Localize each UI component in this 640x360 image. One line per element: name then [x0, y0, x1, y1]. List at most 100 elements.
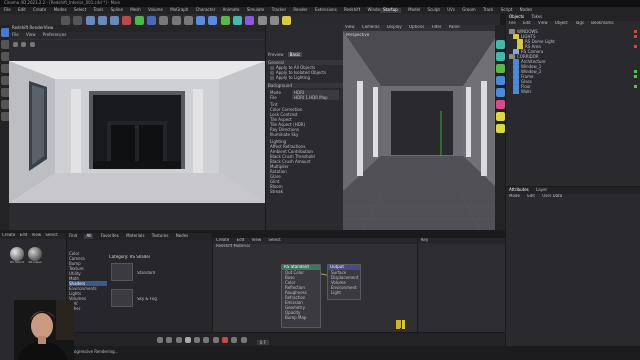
- rv-menu-view[interactable]: View: [26, 32, 36, 38]
- move-icon[interactable]: [85, 16, 95, 25]
- am-menu-mode[interactable]: Mode: [509, 194, 520, 199]
- mograph-icon[interactable]: [496, 100, 505, 109]
- record-icon[interactable]: [221, 337, 228, 343]
- render-stop-icon[interactable]: [21, 42, 27, 47]
- next-key-icon[interactable]: [203, 337, 210, 343]
- rv-menu-file[interactable]: File: [12, 32, 19, 38]
- symmetry-icon[interactable]: [496, 88, 505, 97]
- om-tab-takes[interactable]: Takes: [531, 14, 542, 20]
- render-snapshot-icon[interactable]: [29, 42, 35, 47]
- checkbox-icon[interactable]: [270, 70, 274, 75]
- ab-tab-5[interactable]: Nodes: [176, 233, 189, 239]
- z-axis-icon[interactable]: [146, 16, 156, 25]
- node-output[interactable]: Output Surface Displacement Volume Envir…: [327, 264, 361, 300]
- attr-section-background[interactable]: Background: [266, 83, 343, 88]
- material-swatch-2[interactable]: RS Glass: [28, 247, 42, 269]
- render-settings-icon[interactable]: [183, 16, 193, 25]
- om-menu-file[interactable]: File: [509, 21, 516, 26]
- menu-mesh[interactable]: Mesh: [130, 7, 141, 13]
- play-icon[interactable]: [184, 337, 191, 343]
- floor-icon[interactable]: [257, 16, 267, 25]
- pen-icon[interactable]: [208, 16, 218, 25]
- prev-frame-icon[interactable]: [175, 337, 182, 343]
- menu-modes[interactable]: Modes: [54, 7, 67, 13]
- render-view-icon[interactable]: [159, 16, 169, 25]
- undo-icon[interactable]: [61, 16, 70, 25]
- menu-animate[interactable]: Animate: [223, 7, 240, 13]
- am-menu-user-data[interactable]: User Data: [542, 194, 562, 199]
- ne-menu-1[interactable]: Edit: [237, 238, 245, 243]
- menu-mograph[interactable]: MoGraph: [170, 7, 188, 13]
- layout-tab-4[interactable]: UVs: [447, 7, 455, 13]
- am-tab-layer[interactable]: Layer: [536, 187, 547, 193]
- menu-tracker[interactable]: Tracker: [272, 7, 286, 13]
- am-tab-attributes[interactable]: Attributes: [509, 187, 529, 193]
- vp-menu-display[interactable]: Display: [387, 25, 402, 30]
- om-menu-bookmarks[interactable]: Bookmarks: [591, 21, 613, 26]
- mm-menu-select[interactable]: Select: [45, 233, 57, 238]
- attr-row-g[interactable]: Illuminate Sky: [266, 132, 343, 137]
- environment-icon[interactable]: [496, 112, 505, 121]
- ab-node-tile-1[interactable]: [111, 263, 133, 281]
- ab-tab-2[interactable]: Favorites: [101, 233, 119, 239]
- attr-check-3[interactable]: Apply to Lighting: [266, 75, 343, 80]
- menu-edit[interactable]: Edit: [18, 7, 26, 13]
- ab-tab-1[interactable]: All: [84, 233, 94, 239]
- ab-tab-4[interactable]: Textures: [152, 233, 169, 239]
- file-field[interactable]: HDRI 1.HDR Map: [292, 95, 339, 100]
- next-frame-icon[interactable]: [194, 337, 201, 343]
- om-item-12[interactable]: Walls: [509, 89, 637, 94]
- menu-render[interactable]: Render: [293, 7, 307, 13]
- cube-icon[interactable]: [196, 16, 206, 25]
- vp-menu-cameras[interactable]: Cameras: [362, 25, 380, 30]
- layout-tab-5[interactable]: Groom: [462, 7, 475, 13]
- om-menu-edit[interactable]: Edit: [523, 21, 531, 26]
- mm-menu-create[interactable]: Create: [2, 233, 15, 238]
- cloner-icon[interactable]: [232, 16, 242, 25]
- layout-tab-6[interactable]: Track: [483, 7, 493, 13]
- vp-menu-filter[interactable]: Filter: [432, 25, 442, 30]
- ne-menu-2[interactable]: View: [252, 238, 262, 243]
- ab-tab-0[interactable]: Find: [69, 233, 77, 239]
- layout-tab-startup[interactable]: Startup: [380, 7, 401, 13]
- layout-tab-7[interactable]: Script: [501, 7, 513, 13]
- keyframe-marker-1[interactable]: [396, 320, 400, 329]
- om-menu-object[interactable]: Object: [555, 21, 568, 26]
- scale-icon[interactable]: [110, 16, 120, 25]
- y-axis-icon[interactable]: [134, 16, 144, 25]
- layout-tab-2[interactable]: Model: [408, 7, 420, 13]
- ab-tab-3[interactable]: Materials: [126, 233, 144, 239]
- layout-tab-8[interactable]: Nodes: [520, 7, 533, 13]
- vp-menu-options[interactable]: Options: [409, 25, 424, 30]
- mm-menu-view[interactable]: View: [32, 233, 42, 238]
- go-to-end-icon[interactable]: [212, 337, 219, 343]
- node-port[interactable]: Light: [328, 290, 360, 295]
- ab-node-tile-2[interactable]: [111, 289, 133, 307]
- menu-select[interactable]: Select: [74, 7, 86, 13]
- mm-menu-edit[interactable]: Edit: [20, 233, 28, 238]
- rotate-icon[interactable]: [97, 16, 107, 25]
- menu-spline[interactable]: Spline: [111, 7, 123, 13]
- viewport-perspective[interactable]: View Cameras Display Options Filter Pane…: [343, 25, 500, 230]
- go-to-start-icon[interactable]: [157, 337, 163, 343]
- keyframe-icon[interactable]: [240, 337, 247, 343]
- node-port[interactable]: Bump Map: [282, 315, 320, 320]
- om-tab-objects[interactable]: Objects: [509, 14, 524, 20]
- sky-icon[interactable]: [496, 124, 505, 133]
- menu-volume[interactable]: Volume: [148, 7, 163, 13]
- menu-character[interactable]: Character: [196, 7, 216, 13]
- interactive-render-icon[interactable]: [496, 52, 505, 61]
- current-frame-field[interactable]: 0 F: [256, 340, 269, 345]
- vp-menu-panel[interactable]: Panel: [449, 25, 460, 30]
- rv-menu-preferences[interactable]: Preferences: [43, 32, 67, 38]
- vp-menu-view[interactable]: View: [345, 25, 355, 30]
- redo-icon[interactable]: [73, 16, 83, 25]
- keyframe-marker-2[interactable]: [402, 320, 405, 329]
- ne-menu-3[interactable]: Select: [268, 238, 280, 243]
- auto-key-icon[interactable]: [231, 337, 238, 343]
- om-menu-view[interactable]: View: [538, 21, 548, 26]
- prev-key-icon[interactable]: [166, 337, 173, 343]
- render-region-icon[interactable]: [496, 40, 505, 49]
- layout-tab-3[interactable]: Sculpt: [427, 7, 440, 13]
- light-icon[interactable]: [282, 16, 292, 25]
